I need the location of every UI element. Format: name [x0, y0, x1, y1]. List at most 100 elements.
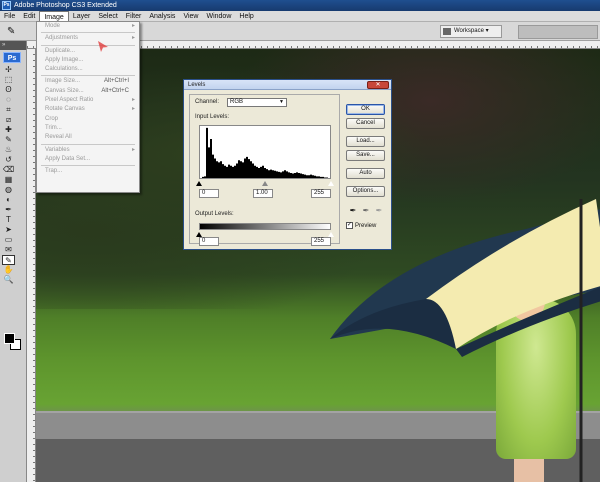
cancel-button[interactable]: Cancel: [346, 118, 385, 129]
lasso-tool-icon[interactable]: ʘ: [2, 85, 15, 95]
workspace-button[interactable]: Workspace ▾: [440, 25, 502, 38]
ok-button[interactable]: OK: [346, 104, 385, 115]
input-levels-slider[interactable]: [196, 181, 334, 186]
type-tool-icon[interactable]: T: [2, 215, 15, 225]
menu-item-crop[interactable]: Crop: [37, 115, 139, 124]
menu-item-duplicate[interactable]: Duplicate...: [37, 47, 139, 56]
menu-item-mode[interactable]: Mode ▸: [37, 22, 139, 31]
options-button[interactable]: Options...: [346, 186, 385, 197]
menu-item-canvas-size[interactable]: Canvas Size... Alt+Ctrl+C: [37, 87, 139, 96]
notes-tool-icon[interactable]: ✉: [2, 245, 15, 255]
eraser-tool-icon[interactable]: ⌫: [2, 165, 15, 175]
brush-tool-icon[interactable]: ✎: [2, 135, 15, 145]
menu-item-variables[interactable]: Variables ▸: [37, 146, 139, 155]
menu-item-label: Reveal All: [45, 134, 72, 141]
menu-item-trap[interactable]: Trap...: [37, 167, 139, 176]
input-gamma-handle[interactable]: [262, 181, 268, 186]
menu-separator: [41, 165, 135, 167]
menu-item-calculations[interactable]: Calculations...: [37, 65, 139, 74]
mouse-cursor-icon: [98, 41, 108, 52]
pen-tool-icon[interactable]: ✒: [2, 205, 15, 215]
move-tool-icon[interactable]: ✢: [2, 65, 15, 75]
zoom-tool-icon[interactable]: 🔍: [2, 275, 15, 285]
menu-item-label: Crop: [45, 115, 59, 122]
menu-file[interactable]: File: [0, 11, 19, 21]
input-white-point-handle[interactable]: [328, 181, 334, 186]
marquee-tool-icon[interactable]: ⬚: [2, 75, 15, 85]
levels-dialog-title: Levels: [184, 80, 391, 90]
submenu-arrow-icon: ▸: [131, 146, 135, 153]
healing-tool-icon[interactable]: ✚: [2, 125, 15, 135]
output-white-field[interactable]: 255: [311, 237, 331, 246]
output-black-field[interactable]: 0: [199, 237, 219, 246]
output-levels-label: Output Levels:: [195, 211, 234, 217]
shape-tool-icon[interactable]: ▭: [2, 235, 15, 245]
menu-item-label: Trap...: [45, 168, 63, 175]
menu-item-trim[interactable]: Trim...: [37, 124, 139, 133]
input-black-point-handle[interactable]: [196, 181, 202, 186]
foreground-color-swatch[interactable]: [4, 333, 15, 344]
channel-value: RGB: [230, 99, 244, 105]
menu-analysis[interactable]: Analysis: [145, 11, 179, 21]
black-eyedropper-icon[interactable]: ✒: [348, 206, 358, 216]
menu-item-adjustments[interactable]: Adjustments ▸: [37, 34, 139, 43]
menu-item-label: Pixel Aspect Ratio: [45, 97, 94, 104]
menu-window[interactable]: Window: [202, 11, 235, 21]
history-brush-tool-icon[interactable]: ↺: [2, 155, 15, 165]
quick-select-tool-icon[interactable]: ◌: [2, 95, 15, 105]
photoshop-logo-icon: Ps: [2, 1, 11, 10]
dodge-tool-icon[interactable]: ◐: [2, 195, 15, 205]
hand-tool-icon[interactable]: ✋: [2, 265, 15, 275]
menu-select[interactable]: Select: [94, 11, 121, 21]
menu-item-label: Image Size...: [45, 78, 81, 85]
menu-separator: [41, 143, 135, 145]
input-white-field[interactable]: 255: [311, 189, 331, 198]
menu-item-label: Trim...: [45, 124, 62, 131]
menu-item-label: Apply Data Set...: [45, 155, 91, 162]
menu-item-label: Variables: [45, 146, 70, 153]
menu-item-reveal-all[interactable]: Reveal All: [37, 133, 139, 142]
white-eyedropper-icon[interactable]: ✒: [374, 206, 384, 216]
blur-tool-icon[interactable]: ◍: [2, 185, 15, 195]
menu-edit[interactable]: Edit: [19, 11, 39, 21]
load-button[interactable]: Load...: [346, 136, 385, 147]
close-button[interactable]: ✕: [367, 81, 389, 89]
slice-tool-icon[interactable]: ⧄: [2, 115, 15, 125]
input-levels-label: Input Levels:: [195, 114, 230, 120]
menu-layer[interactable]: Layer: [69, 11, 95, 21]
toolbox-collapse-handle[interactable]: »: [0, 41, 26, 50]
menu-item-image-size[interactable]: Image Size... Alt+Ctrl+I: [37, 77, 139, 86]
menu-item-shortcut: Alt+Ctrl+C: [101, 87, 129, 94]
gradient-tool-icon[interactable]: ▦: [2, 175, 15, 185]
app-title-bar: Ps Adobe Photoshop CS3 Extended: [0, 0, 600, 11]
channel-label: Channel:: [195, 99, 220, 105]
menu-item-apply-data-set[interactable]: Apply Data Set...: [37, 155, 139, 164]
stamp-tool-icon[interactable]: ♨: [2, 145, 15, 155]
workspace-label: Workspace: [454, 28, 484, 34]
eyedropper-icon[interactable]: ✎: [7, 26, 21, 38]
output-levels-gradient: [199, 223, 331, 230]
menu-item-pixel-aspect-ratio[interactable]: Pixel Aspect Ratio ▸: [37, 96, 139, 105]
eyedropper-tool-icon[interactable]: ✎: [2, 255, 15, 265]
menu-help[interactable]: Help: [235, 11, 257, 21]
output-levels-slider[interactable]: [196, 232, 334, 237]
input-gamma-field[interactable]: 1.00: [253, 189, 273, 198]
submenu-arrow-icon: ▸: [131, 35, 135, 42]
menu-filter[interactable]: Filter: [122, 11, 146, 21]
menu-view[interactable]: View: [179, 11, 202, 21]
gray-eyedropper-icon[interactable]: ✒: [361, 206, 371, 216]
menu-image[interactable]: Image: [39, 11, 69, 21]
ps-logo-icon[interactable]: Ps: [3, 52, 21, 63]
preview-checkbox[interactable]: ✓ Preview: [346, 222, 376, 229]
crop-tool-icon[interactable]: ⌗: [2, 105, 15, 115]
preview-label: Preview: [355, 223, 377, 230]
input-black-field[interactable]: 0: [199, 189, 219, 198]
path-select-tool-icon[interactable]: ➤: [2, 225, 15, 235]
save-button[interactable]: Save...: [346, 150, 385, 161]
submenu-arrow-icon: ▸: [131, 97, 135, 104]
auto-button[interactable]: Auto: [346, 168, 385, 179]
menu-item-rotate-canvas[interactable]: Rotate Canvas ▸: [37, 105, 139, 114]
menu-item-apply-image[interactable]: Apply Image...: [37, 56, 139, 65]
channel-select[interactable]: RGB ▼: [227, 98, 287, 107]
submenu-arrow-icon: ▸: [131, 23, 135, 29]
